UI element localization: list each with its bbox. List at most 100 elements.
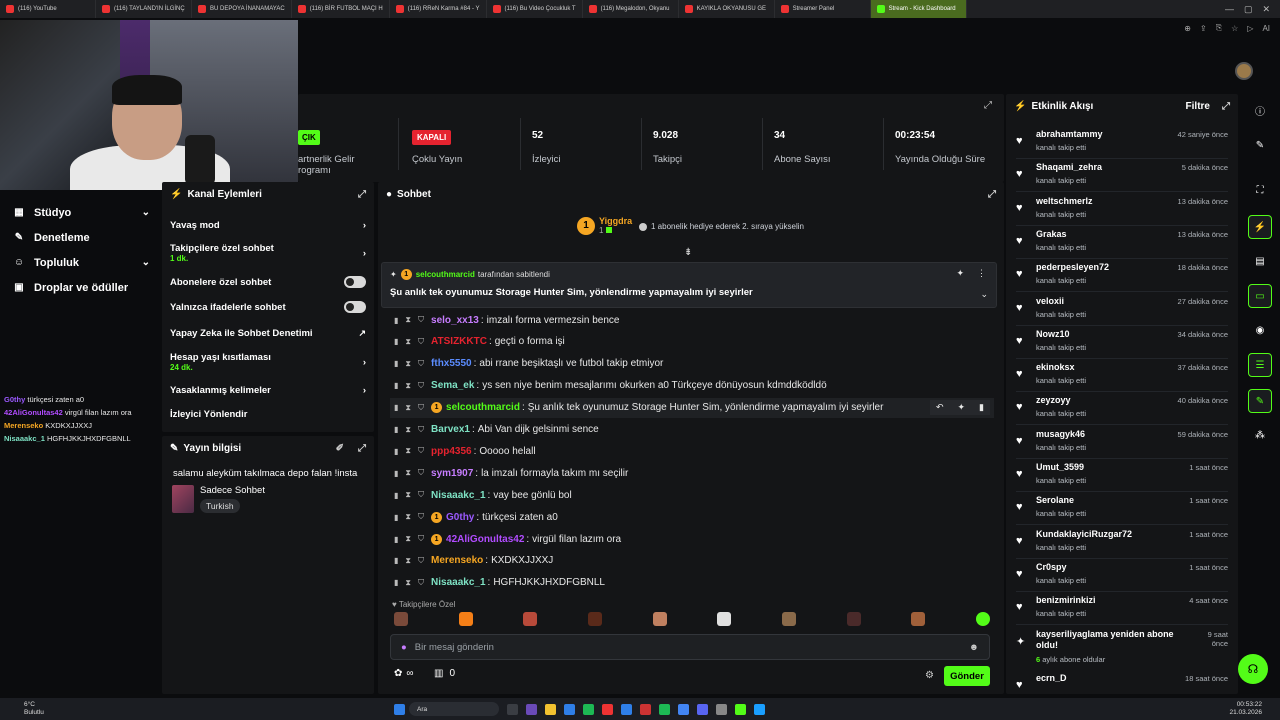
app-icon[interactable] <box>526 703 537 715</box>
timeout-icon[interactable]: ⧗ <box>405 381 411 391</box>
emote[interactable] <box>846 612 861 626</box>
wrench-icon[interactable]: ✎ <box>1248 389 1272 413</box>
chat-username[interactable]: ATSIZKKTC <box>431 336 487 347</box>
mic-icon[interactable]: ● <box>401 642 407 653</box>
emote[interactable] <box>458 612 473 626</box>
clock[interactable]: 00:53:22 21.03.2026 <box>1229 701 1280 717</box>
browser-tab[interactable]: Stream - Kick Dashboard <box>870 0 967 18</box>
action-account-age[interactable]: Hesap yaşı kısıtlaması 24 dk. › <box>162 346 374 378</box>
channel-points[interactable]: ✿ ∞ <box>394 668 414 679</box>
filter-button[interactable]: Filtre <box>1186 101 1210 112</box>
chat-message[interactable]: ▮ ⧗ ⛉ Merenseko: KXDKXJJXXJ <box>394 551 553 571</box>
emote[interactable] <box>523 612 538 626</box>
app-icon[interactable] <box>735 703 746 715</box>
chat-username[interactable]: sym1907 <box>431 468 473 479</box>
chat-input[interactable]: ● Bir mesaj gönderin ☻ <box>390 634 990 660</box>
app-icon[interactable] <box>621 703 632 715</box>
chat-message[interactable]: ▮ ⧗ ⛉ 1 selcouthmarcid: Şu anlık tek oyunumuz… <box>390 397 994 418</box>
chevron-down-icon[interactable]: ⌄ <box>980 289 988 300</box>
feed-item-name[interactable]: ekinoksx <box>1036 362 1075 372</box>
delete-icon[interactable]: ▮ <box>394 403 398 412</box>
timeout-icon[interactable]: ⧗ <box>405 337 411 347</box>
action-followers-only[interactable]: Takipçilere özel sohbet 1 dk. › <box>162 236 374 270</box>
bookmark-icon[interactable]: ☆ <box>1231 24 1238 33</box>
close-icon[interactable]: ✕ <box>1262 4 1270 15</box>
emote[interactable] <box>394 612 408 626</box>
delete-icon[interactable]: ▮ <box>394 491 398 500</box>
sidebar-item-drops[interactable]: ▣ Droplar ve ödüller <box>0 275 162 300</box>
feed-item-name[interactable]: musagyk46 <box>1036 429 1085 439</box>
app-icon[interactable] <box>754 703 765 715</box>
chat-username[interactable]: selo_xx13 <box>431 315 479 326</box>
top-gifter[interactable]: 1 Yiggdra 1 <box>577 216 632 235</box>
feed-item-name[interactable]: zeyzoyy <box>1036 395 1071 405</box>
browser-tab[interactable]: (116) BİR FUTBOL MAÇI H <box>292 0 390 18</box>
settings-icon[interactable]: ⚙ <box>925 670 934 681</box>
timeout-icon[interactable]: ⧗ <box>405 425 411 435</box>
app-icon[interactable] <box>716 703 727 715</box>
delete-icon[interactable]: ▮ <box>979 402 984 413</box>
taskview-icon[interactable] <box>507 703 518 715</box>
unpin-icon[interactable]: ✦ <box>956 268 964 279</box>
feed-item-name[interactable]: Serolane <box>1036 495 1074 505</box>
chat-message[interactable]: ▮ ⧗ ⛉ 1 G0thy: türkçesi zaten a0 <box>394 507 558 527</box>
browser-tab[interactable]: BU DEPOYA İNANAMAYAC <box>192 0 292 18</box>
expand-icon[interactable]: ⤢ <box>984 100 992 111</box>
share-icon[interactable]: ⇪ <box>1200 24 1207 33</box>
start-icon[interactable] <box>394 703 405 715</box>
chat-message[interactable]: ▮ ⧗ ⛉ Sema_ek: ys sen niye benim mesajlarımı… <box>394 376 827 396</box>
chat-username[interactable]: 42AliGonultas42 <box>446 534 524 545</box>
feed-item-name[interactable]: pederpesleyen72 <box>1036 262 1109 272</box>
browser-tab[interactable]: (116) TAYLAND'IN İLGİNÇ <box>96 0 192 18</box>
minimize-icon[interactable]: — <box>1225 4 1234 15</box>
document-icon[interactable]: ▤ <box>1248 249 1272 273</box>
chat-message[interactable]: ▮ ⧗ ⛉ ATSIZKKTC: geçti o forma işi <box>394 332 565 352</box>
emoji-icon[interactable]: ☻ <box>969 642 979 653</box>
edit-icon[interactable]: ✐ <box>336 443 344 454</box>
delete-icon[interactable]: ▮ <box>394 359 398 368</box>
emote[interactable] <box>587 612 602 626</box>
feed-item-name[interactable]: veloxii <box>1036 296 1064 306</box>
chat-username[interactable]: ppp4356 <box>431 446 472 457</box>
delete-icon[interactable]: ▮ <box>394 381 398 390</box>
feed-item-name[interactable]: Grakas <box>1036 229 1067 239</box>
extensions-icon[interactable]: ▷ <box>1247 24 1253 33</box>
chat-message[interactable]: ▮ ⧗ ⛉ Nisaaakc_1: HGFHJKKJHXDFGBNLL <box>394 573 605 593</box>
app-icon[interactable] <box>678 703 689 715</box>
timeout-icon[interactable]: ⧗ <box>405 403 411 413</box>
action-slow-mode[interactable]: Yavaş mod › <box>162 214 374 236</box>
chat-username[interactable]: fthx5550 <box>431 358 472 369</box>
feed-item-name[interactable]: Cr0spy <box>1036 562 1067 572</box>
expand-icon[interactable]: ⤢ <box>1222 101 1230 112</box>
action-ai-moderation[interactable]: Yapay Zeka ile Sohbet Denetimi ↗ <box>162 320 374 346</box>
feed-item-name[interactable]: abrahamtammy <box>1036 129 1103 139</box>
feed-item-name[interactable]: benizmirinkizi <box>1036 595 1096 605</box>
feed-item-name[interactable]: Umut_3599 <box>1036 462 1084 472</box>
scan-icon[interactable]: ⛶ <box>1248 178 1272 202</box>
browser-tab[interactable]: (116) Bu Video Çocukluk T <box>487 0 583 18</box>
action-banned-words[interactable]: Yasaklanmış kelimeler › <box>162 378 374 402</box>
browser-tab[interactable]: Streamer Panel <box>775 0 871 18</box>
expand-icon[interactable]: ⤢ <box>988 189 996 200</box>
taskbar-search[interactable]: Ara <box>409 702 499 716</box>
chat-username[interactable]: G0thy <box>446 512 474 523</box>
info-icon[interactable]: ⓘ <box>1248 98 1272 122</box>
ai-label[interactable]: AI <box>1262 24 1270 33</box>
sidebar-item-community[interactable]: ☺ Topluluk ⌄ <box>0 250 162 275</box>
delete-icon[interactable]: ▮ <box>394 513 398 522</box>
timeout-icon[interactable]: ⧗ <box>405 534 411 544</box>
delete-icon[interactable]: ▮ <box>394 578 398 587</box>
category-thumbnail[interactable] <box>172 485 194 513</box>
browser-tab[interactable]: KAYIKLA OKYANUSU GE <box>679 0 775 18</box>
grid-icon[interactable]: ⁂ <box>1248 423 1272 447</box>
delete-icon[interactable]: ▮ <box>394 469 398 478</box>
profile-avatar[interactable] <box>1235 62 1253 80</box>
chat-message[interactable]: ▮ ⧗ ⛉ ppp4356: Ooooo helall <box>394 441 536 461</box>
delete-icon[interactable]: ▮ <box>394 425 398 434</box>
app-icon[interactable] <box>564 703 575 715</box>
broadcast-icon[interactable]: ◉ <box>1248 318 1272 342</box>
feed-item-name[interactable]: Shaqami_zehra <box>1036 162 1102 172</box>
chat-username[interactable]: Nisaaakc_1 <box>431 577 486 588</box>
chat-username[interactable]: Barvex1 <box>431 424 470 435</box>
timeout-icon[interactable]: ⧗ <box>405 512 411 522</box>
